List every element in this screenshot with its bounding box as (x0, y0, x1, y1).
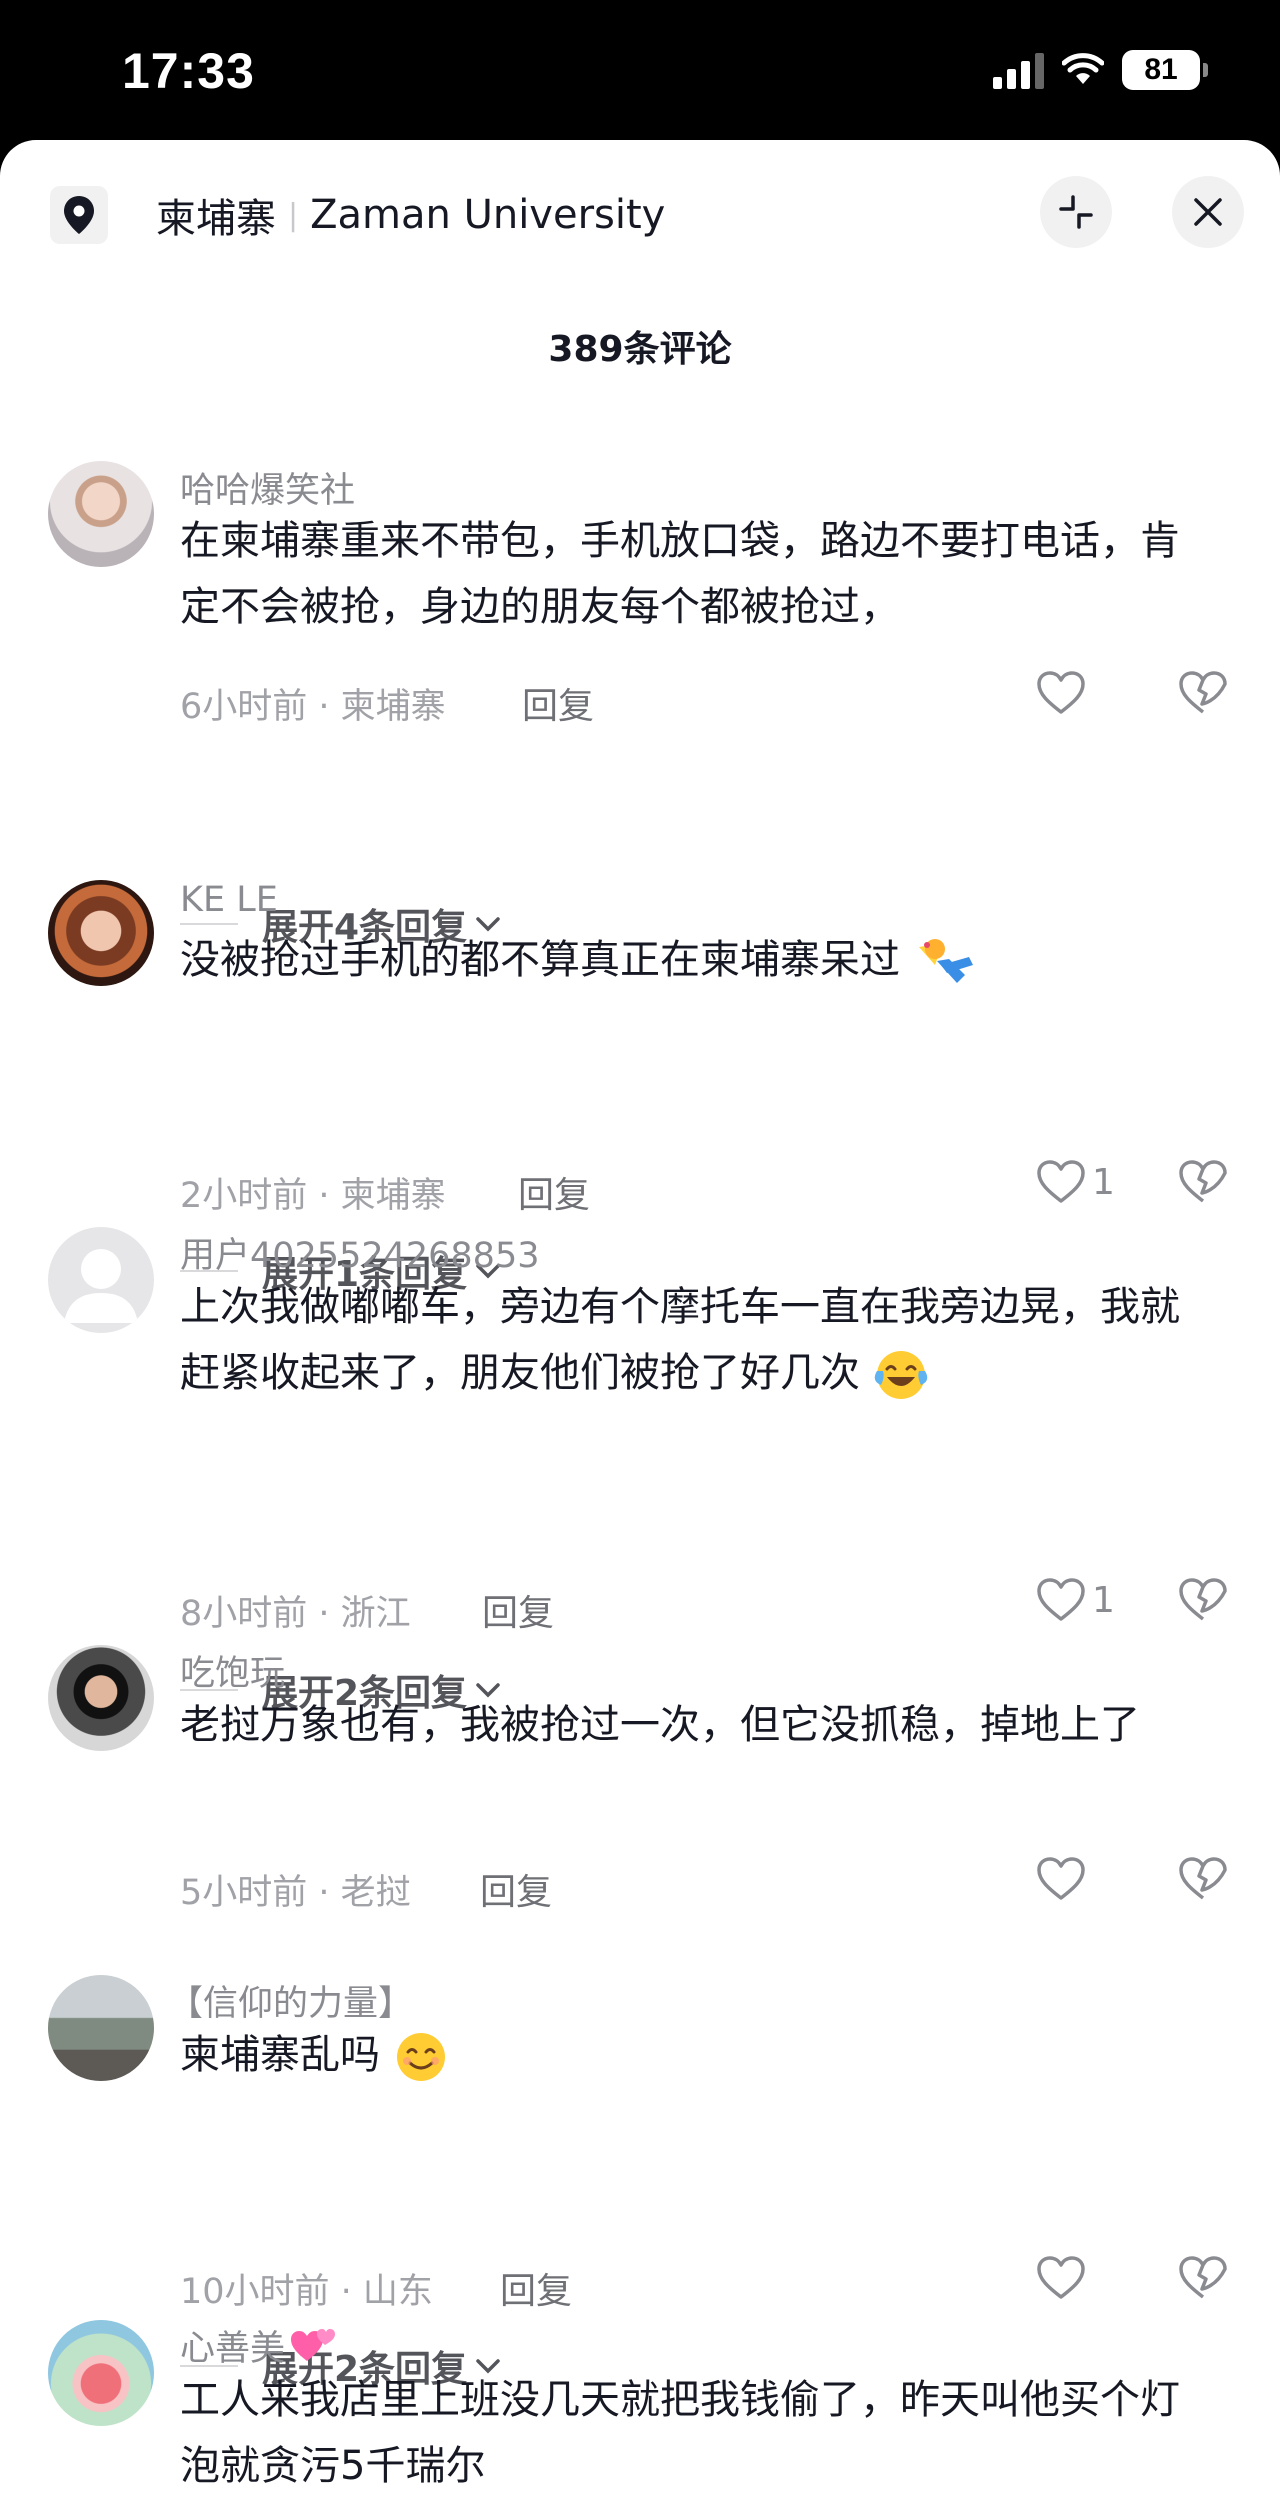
comment-text: 在柬埔寨重来不带包，手机放口袋，路边不要打电话，肯定不会被抢，身边的朋友每个都被… (180, 518, 1180, 630)
comment-text-content: 上次我做嘟嘟车，旁边有个摩托车一直在我旁边晃，我就赶紧收起来了，朋友他们被抢了好… (180, 1284, 1180, 1396)
comment-meta: 8小时前 · 浙江 (180, 1594, 411, 1634)
heart-icon (1037, 671, 1085, 714)
cellular-signal-icon (993, 51, 1044, 89)
like-button[interactable]: 1 (1036, 1577, 1115, 1623)
reply-button[interactable]: 回复 (500, 2262, 572, 2314)
avatar[interactable] (48, 880, 154, 986)
comment-username[interactable]: KE LE (180, 880, 278, 920)
comment-text: 老挝万象也有，我被抢过一次，但它没抓稳，掉地上了 (180, 1702, 1140, 1748)
status-icons: 81 (993, 50, 1208, 90)
crying-laughing-emoji-icon (874, 1351, 927, 1399)
broken-heart-icon (1179, 2256, 1227, 2299)
default-user-icon (64, 1249, 138, 1323)
dislike-button[interactable] (1178, 1159, 1228, 1209)
like-button[interactable] (1036, 670, 1092, 716)
dislike-button[interactable] (1178, 1856, 1228, 1906)
comment-text-content: 没被抢过手机的都不算真正在柬埔寨呆过 (180, 937, 900, 983)
avatar[interactable] (48, 461, 154, 567)
title-separator: | (288, 197, 299, 233)
location-link[interactable]: 柬埔寨 | Zaman University (156, 186, 665, 244)
close-icon (1194, 198, 1222, 226)
wifi-icon (1062, 53, 1104, 84)
battery-icon: 81 (1122, 50, 1208, 90)
like-button[interactable]: 1 (1036, 1159, 1115, 1205)
divider (180, 923, 238, 925)
heart-icon (1037, 1857, 1085, 1900)
avatar[interactable] (48, 1645, 154, 1751)
like-button[interactable] (1036, 2255, 1092, 2301)
comment-meta: 5小时前 · 老挝 (180, 1873, 411, 1913)
dislike-button[interactable] (1178, 670, 1228, 720)
comment-text: 上次我做嘟嘟车，旁边有个摩托车一直在我旁边晃，我就赶紧收起来了，朋友他们被抢了好… (180, 1274, 1210, 1406)
comment-username[interactable]: 【信仰的力量】 (168, 1975, 413, 2026)
broken-heart-icon (1179, 1160, 1227, 1203)
rolling-laugh-emoji-icon (918, 939, 973, 983)
broken-heart-icon (1179, 1578, 1227, 1621)
heart-icon (1037, 1578, 1085, 1621)
sheet-header: 柬埔寨 | Zaman University (0, 140, 1280, 290)
heart-icon (1037, 1160, 1085, 1203)
comment-username[interactable]: 吃饱玩 (180, 1645, 285, 1696)
comment-username[interactable]: 哈哈爆笑社 (180, 462, 355, 513)
status-bar: 17:33 81 (0, 0, 1280, 145)
broken-heart-icon (1179, 671, 1227, 714)
heart-icon (1037, 2256, 1085, 2299)
comments-sheet: 柬埔寨 | Zaman University 389条评论 哈哈爆笑社 在柬埔寨… (0, 140, 1280, 2493)
comment-username-text: 心善美 (180, 2329, 286, 2369)
like-count: 1 (1092, 1161, 1115, 1203)
close-button[interactable] (1172, 176, 1244, 248)
avatar[interactable] (48, 1975, 154, 2081)
location-prefix: 柬埔寨 (156, 196, 276, 242)
two-hearts-emoji-icon (291, 2328, 336, 2361)
comment-meta: 6小时前 · 柬埔寨 (180, 687, 446, 727)
comment-text: 柬埔寨乱吗 (180, 2022, 1210, 2088)
location-pin-icon (50, 186, 108, 244)
avatar[interactable] (48, 1227, 154, 1333)
status-time: 17:33 (122, 43, 255, 99)
comment-count: 389条评论 (548, 329, 732, 370)
like-count: 1 (1092, 1579, 1115, 1621)
comment-text: 没被抢过手机的都不算真正在柬埔寨呆过 (180, 927, 1210, 993)
minimize-icon (1059, 195, 1093, 229)
comment-text-content: 柬埔寨乱吗 (180, 2032, 380, 2078)
reply-button[interactable]: 回复 (522, 677, 594, 729)
smiling-emoji-icon (396, 2033, 445, 2081)
location-name: Zaman University (310, 192, 666, 238)
reply-button[interactable]: 回复 (480, 1863, 552, 1915)
reply-button[interactable]: 回复 (518, 1166, 590, 1218)
dislike-button[interactable] (1178, 2255, 1228, 2305)
minimize-button[interactable] (1040, 176, 1112, 248)
like-button[interactable] (1036, 1856, 1092, 1902)
comment-text: 工人来我店里上班没几天就把我钱偷了，昨天叫他买个灯泡就贪污5千瑞尔 (180, 2377, 1180, 2489)
dislike-button[interactable] (1178, 1577, 1228, 1627)
avatar[interactable] (48, 2320, 154, 2426)
comment-username[interactable]: 用户4025524268853 (180, 1227, 540, 1278)
reply-button[interactable]: 回复 (482, 1584, 554, 1636)
comment-meta: 10小时前 · 山东 (180, 2272, 433, 2312)
comment-meta: 2小时前 · 柬埔寨 (180, 1176, 446, 1216)
broken-heart-icon (1179, 1857, 1227, 1900)
comment-username[interactable]: 心善美 (180, 2320, 337, 2371)
